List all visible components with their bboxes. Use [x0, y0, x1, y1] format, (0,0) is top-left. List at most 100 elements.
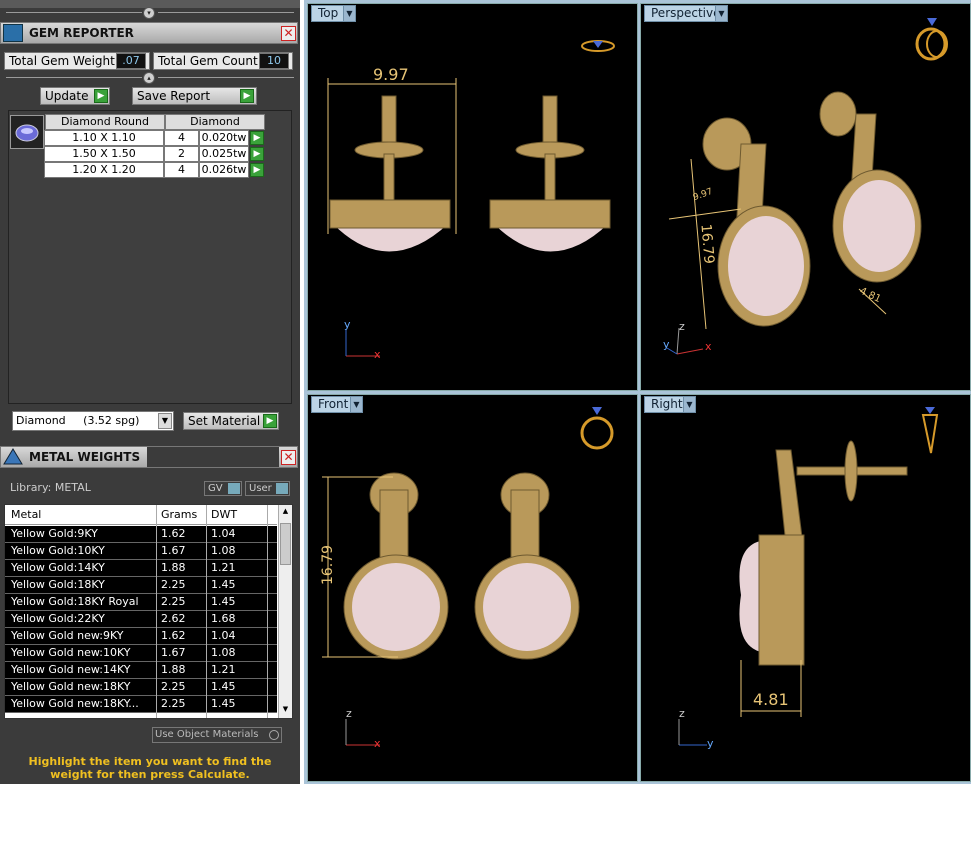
earring-perspective-right	[819, 91, 922, 283]
viewport-perspective[interactable]: Perspective ▼ 9.97 16.79 4.81 z y x	[640, 3, 971, 391]
dwt-cell: 1.04	[211, 527, 236, 540]
perspective-render	[666, 91, 922, 355]
table-row[interactable]: Yellow Gold new:18KY 2.25 1.45	[5, 679, 277, 696]
material-select[interactable]: Diamond (3.52 spg) ▼	[12, 411, 174, 431]
col-grams-header[interactable]: Grams	[161, 505, 197, 525]
grams-cell: 1.62	[161, 527, 186, 540]
metal-name-cell: Yellow Gold:18KY Royal	[11, 595, 139, 608]
scroll-down-icon[interactable]: ▼	[279, 705, 292, 713]
table-row[interactable]: Yellow Gold:22KY 2.62 1.68	[5, 611, 277, 628]
play-icon[interactable]: ▶	[94, 89, 108, 103]
dimension-label: 9.97	[373, 65, 409, 84]
scroll-up-icon[interactable]: ▲	[279, 507, 292, 515]
user-label: User	[249, 483, 272, 494]
column-divider	[267, 505, 268, 718]
gem-weight-cell: 0.026tw	[199, 162, 249, 178]
metal-name-cell: Yellow Gold:22KY	[11, 612, 105, 625]
earring-top-right	[489, 95, 611, 252]
scroll-thumb[interactable]	[280, 523, 291, 565]
play-icon[interactable]: ▶	[250, 163, 264, 177]
earring-side	[739, 440, 908, 666]
earring-side-icon[interactable]	[919, 405, 941, 455]
play-icon[interactable]: ▶	[240, 89, 254, 103]
table-row[interactable]: Yellow Gold:10KY 1.67 1.08	[5, 543, 277, 560]
metal-rows: Yellow Gold:9KY 1.62 1.04 Yellow Gold:10KY 1…	[5, 526, 277, 713]
column-divider	[206, 505, 207, 718]
dimension-label: 4.81	[753, 690, 789, 709]
dwt-cell: 1.04	[211, 629, 236, 642]
dwt-cell: 1.45	[211, 680, 236, 693]
top-render	[327, 78, 611, 357]
front-render	[322, 472, 580, 746]
use-object-materials-label: Use Object Materials	[155, 729, 259, 740]
play-icon[interactable]: ▶	[250, 131, 264, 145]
table-row[interactable]: Yellow Gold new:10KY 1.67 1.08	[5, 645, 277, 662]
metal-name-cell: Yellow Gold:14KY	[11, 561, 105, 574]
grams-cell: 2.62	[161, 612, 186, 625]
expand-icon[interactable]: ▴	[143, 72, 155, 84]
scrollbar[interactable]: ▲ ▼	[278, 505, 292, 718]
axis-y-label: y	[707, 737, 714, 750]
col-shape-header: Diamond Round	[45, 114, 165, 130]
dwt-cell: 1.45	[211, 578, 236, 591]
user-toggle[interactable]: User	[245, 481, 290, 496]
chevron-down-icon[interactable]: ▼	[158, 413, 172, 429]
gem-reporter-icon	[3, 24, 23, 42]
col-dwt-header[interactable]: DWT	[211, 505, 237, 525]
gv-toggle[interactable]: GV	[204, 481, 242, 496]
grams-cell: 1.88	[161, 663, 186, 676]
gem-count-cell: 4	[164, 162, 199, 178]
ring-front-icon[interactable]	[578, 405, 616, 451]
dimension-label: 16.79	[320, 544, 337, 586]
material-select-value: Diamond (3.52 spg)	[16, 414, 140, 427]
metal-name-cell: Yellow Gold:9KY	[11, 527, 98, 540]
toggle-icon	[276, 483, 288, 494]
viewport-front[interactable]: Front ▼ 16.79 z x	[307, 394, 638, 782]
dwt-cell: 1.45	[211, 595, 236, 608]
table-row[interactable]: Yellow Gold:18KY 2.25 1.45	[5, 577, 277, 594]
axis-z-label: z	[346, 707, 352, 720]
metal-name-cell: Yellow Gold:18KY	[11, 578, 105, 591]
grams-cell: 2.25	[161, 595, 186, 608]
metal-name-cell: Yellow Gold new:10KY	[11, 646, 131, 659]
use-object-materials-toggle[interactable]: Use Object Materials	[152, 727, 282, 743]
gv-label: GV	[208, 483, 223, 494]
collapse-icon[interactable]: ▾	[143, 7, 155, 19]
play-icon[interactable]: ▶	[250, 147, 264, 161]
save-report-button[interactable]: Save Report	[132, 87, 257, 105]
col-metal-header[interactable]: Metal	[11, 505, 41, 525]
gem-size-cell: 1.20 X 1.20	[44, 162, 164, 178]
divider	[6, 77, 142, 78]
table-row[interactable]: Yellow Gold new:14KY 1.88 1.21	[5, 662, 277, 679]
grams-cell: 1.67	[161, 544, 186, 557]
radio-icon[interactable]	[269, 730, 279, 740]
dwt-cell: 1.08	[211, 646, 236, 659]
save-report-label: Save Report	[137, 89, 211, 103]
ring-top-icon[interactable]	[580, 36, 616, 56]
metal-weights-title: METAL WEIGHTS	[29, 450, 141, 464]
table-row[interactable]: Yellow Gold new:18KY... 2.25 1.45	[5, 696, 277, 713]
earring-perspective-left	[702, 117, 811, 327]
dwt-cell: 1.21	[211, 663, 236, 676]
axis-x-line	[676, 348, 704, 355]
hint-text: Highlight the item you want to find the …	[28, 755, 272, 781]
table-row[interactable]: Yellow Gold:14KY 1.88 1.21	[5, 560, 277, 577]
diamond-round-icon[interactable]	[10, 115, 44, 149]
earring-front-right	[474, 472, 580, 660]
col-material-header: Diamond	[165, 114, 265, 130]
metal-table: Metal Grams DWT Yellow Gold:9KY 1.62 1.04 Y…	[4, 504, 293, 719]
viewport-right[interactable]: Right ▼ 4.81 z y	[640, 394, 971, 782]
table-row[interactable]: Yellow Gold:18KY Royal 2.25 1.45	[5, 594, 277, 611]
ring-perspective-icon[interactable]	[913, 16, 953, 62]
dwt-cell: 1.08	[211, 544, 236, 557]
viewport-top[interactable]: Top ▼ 9.97 y x	[307, 3, 638, 391]
table-row[interactable]: Yellow Gold new:9KY 1.62 1.04	[5, 628, 277, 645]
gem-reporter-header: GEM REPORTER ✕	[0, 22, 298, 44]
metal-name-cell: Yellow Gold new:14KY	[11, 663, 131, 676]
table-row[interactable]: Yellow Gold:9KY 1.62 1.04	[5, 526, 277, 543]
close-icon[interactable]: ✕	[281, 26, 296, 41]
play-icon[interactable]: ▶	[263, 414, 277, 428]
close-icon[interactable]: ✕	[281, 450, 296, 465]
axis-z-label: z	[679, 707, 685, 720]
update-label: Update	[45, 89, 89, 103]
